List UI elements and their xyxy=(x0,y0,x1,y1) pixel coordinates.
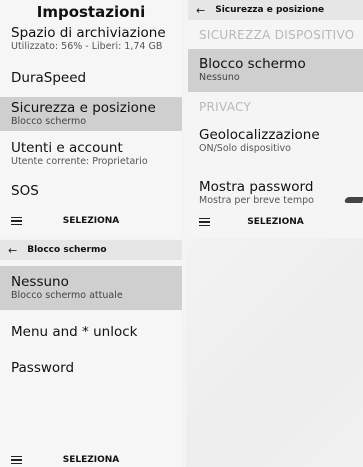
security-panel: ← Sicurezza e posizione SICUREZZA DISPOS… xyxy=(188,0,363,238)
blank-panel xyxy=(186,238,363,467)
settings-panel: Impostazioni Spazio di archiviazione Uti… xyxy=(0,0,182,238)
users-title: Utenti e account xyxy=(11,140,123,156)
lock-screen-header-bar: ← Blocco schermo xyxy=(0,240,182,260)
settings-title: Impostazioni xyxy=(36,3,146,21)
lock-option-none-subtitle: Blocco schermo attuale xyxy=(11,290,123,301)
lock-option-menu-unlock-title: Menu and * unlock xyxy=(11,324,138,340)
back-arrow-icon[interactable]: ← xyxy=(8,244,17,257)
users-subtitle: Utente corrente: Proprietario xyxy=(11,156,148,167)
settings-item-duraspeed[interactable]: DuraSpeed xyxy=(0,70,182,86)
show-password-title: Mostra password xyxy=(199,179,314,195)
location-item[interactable]: Geolocalizzazione ON/Solo dispositivo xyxy=(188,127,363,155)
security-header-bar: ← Sicurezza e posizione xyxy=(188,0,363,20)
show-password-subtitle: Mostra per breve tempo xyxy=(199,195,314,206)
settings-item-security[interactable]: Sicurezza e posizione Blocco schermo xyxy=(0,97,182,131)
security-softkey-bar: SELEZIONA xyxy=(188,214,363,230)
storage-title: Spazio di archiviazione xyxy=(11,25,166,41)
select-softkey[interactable]: SELEZIONA xyxy=(0,216,182,226)
scrollbar-thumb[interactable] xyxy=(343,197,363,203)
show-password-item[interactable]: Mostra password Mostra per breve tempo xyxy=(188,179,363,207)
back-arrow-icon[interactable]: ← xyxy=(196,4,205,17)
lock-option-password-title: Password xyxy=(11,360,75,376)
lock-option-password[interactable]: Password xyxy=(0,360,182,376)
location-subtitle: ON/Solo dispositivo xyxy=(199,143,291,154)
section-privacy: PRIVACY xyxy=(199,100,252,114)
duraspeed-title: DuraSpeed xyxy=(11,70,87,86)
settings-softkey-bar: SELEZIONA xyxy=(0,213,182,229)
lock-option-none-title: Nessuno xyxy=(11,274,69,290)
lock-screen-header-title: Blocco schermo xyxy=(27,245,107,255)
lock-screen-softkey-bar: SELEZIONA xyxy=(0,452,182,467)
storage-subtitle: Utilizzato: 56% - Liberi: 1,74 GB xyxy=(11,41,163,52)
security-title: Sicurezza e posizione xyxy=(11,100,156,116)
screen-lock-item[interactable]: Blocco schermo Nessuno xyxy=(188,49,363,92)
location-title: Geolocalizzazione xyxy=(199,127,320,143)
select-softkey[interactable]: SELEZIONA xyxy=(0,455,182,465)
select-softkey[interactable]: SELEZIONA xyxy=(188,217,363,227)
lock-option-menu-unlock[interactable]: Menu and * unlock xyxy=(0,324,182,340)
lock-option-none[interactable]: Nessuno Blocco schermo attuale xyxy=(0,266,182,310)
security-subtitle: Blocco schermo xyxy=(11,116,87,127)
settings-item-storage[interactable]: Spazio di archiviazione Utilizzato: 56% … xyxy=(0,25,182,53)
settings-item-sos[interactable]: SOS xyxy=(0,183,182,199)
screen-lock-subtitle: Nessuno xyxy=(199,72,240,83)
security-header-title: Sicurezza e posizione xyxy=(215,5,325,15)
lock-screen-panel: ← Blocco schermo Nessuno Blocco schermo … xyxy=(0,240,182,467)
sos-title: SOS xyxy=(11,183,39,199)
section-device-security: SICUREZZA DISPOSITIVO xyxy=(199,28,355,42)
settings-item-users[interactable]: Utenti e account Utente corrente: Propri… xyxy=(0,140,182,168)
screen-lock-title: Blocco schermo xyxy=(199,56,306,72)
